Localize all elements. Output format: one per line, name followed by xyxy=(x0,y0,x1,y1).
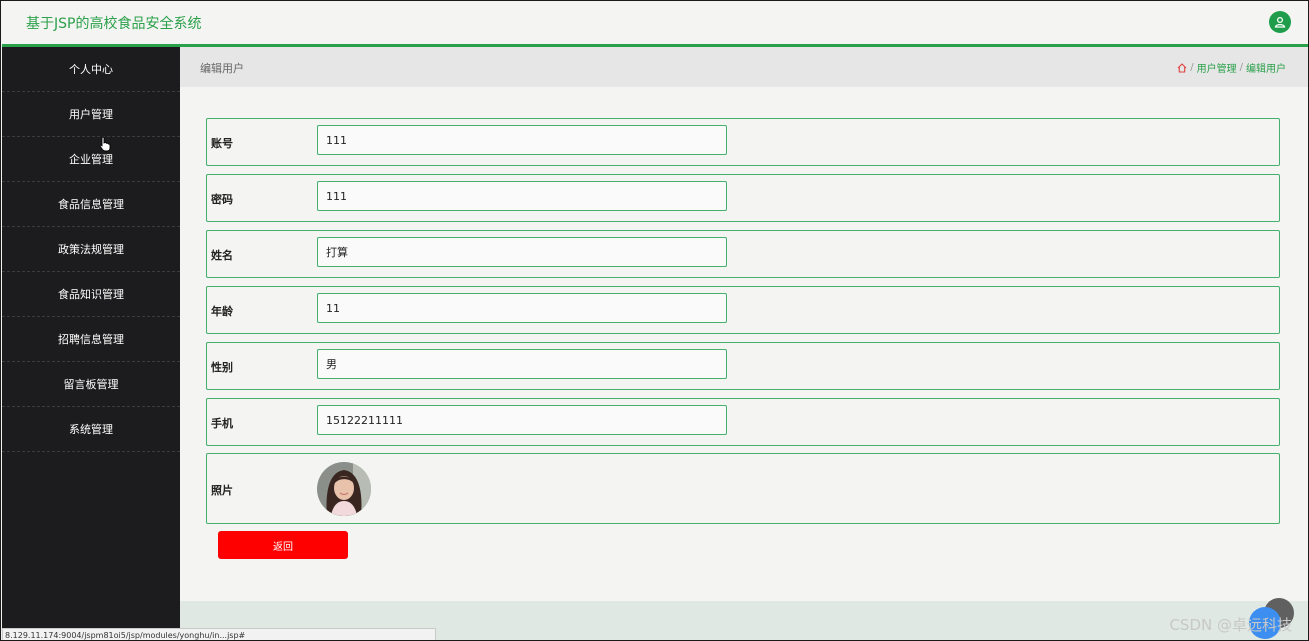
sidebar-item-label: 用户管理 xyxy=(69,108,113,121)
form-row-account: 账号 111 xyxy=(206,118,1280,166)
portrait-image xyxy=(317,462,371,516)
watermark: CSDN @卓远科技 xyxy=(1169,616,1292,634)
user-photo xyxy=(317,462,371,516)
gender-field[interactable]: 男 xyxy=(317,349,727,379)
top-header: 基于JSP的高校食品安全系统 xyxy=(2,2,1308,47)
sidebar-item-user-management[interactable]: 用户管理 xyxy=(2,92,180,137)
sidebar-item-system-management[interactable]: 系统管理 xyxy=(2,407,180,452)
breadcrumb-bar: 编辑用户 / 用户管理 / 编辑用户 xyxy=(180,47,1308,87)
home-icon[interactable] xyxy=(1177,62,1187,73)
sidebar-item-label: 招聘信息管理 xyxy=(58,333,124,346)
sidebar-item-recruitment-management[interactable]: 招聘信息管理 xyxy=(2,317,180,362)
sidebar-item-personal-center[interactable]: 个人中心 xyxy=(2,47,180,92)
sidebar-item-label: 个人中心 xyxy=(69,63,113,76)
form-row-phone: 手机 15122211111 xyxy=(206,398,1280,446)
hand-cursor-icon xyxy=(99,136,111,152)
breadcrumb: / 用户管理 / 编辑用户 xyxy=(1177,60,1286,75)
breadcrumb-edit-user: 编辑用户 xyxy=(1246,64,1286,75)
app-window: 基于JSP的高校食品安全系统 个人中心 用户管理 企业管理 食品信息管理 政策法… xyxy=(0,0,1309,641)
breadcrumb-user-management[interactable]: 用户管理 xyxy=(1197,60,1237,75)
browser-status-url: 8.129.11.174:9004/jspm81oi5/jsp/modules/… xyxy=(2,628,436,640)
password-field[interactable]: 111 xyxy=(317,181,727,211)
sidebar-item-policy-management[interactable]: 政策法规管理 xyxy=(2,227,180,272)
form-row-age: 年龄 11 xyxy=(206,286,1280,334)
account-field[interactable]: 111 xyxy=(317,125,727,155)
sidebar-item-label: 系统管理 xyxy=(69,423,113,436)
gender-label: 性别 xyxy=(211,361,233,374)
age-field[interactable]: 11 xyxy=(317,293,727,323)
app-title: 基于JSP的高校食品安全系统 xyxy=(26,16,202,32)
phone-field[interactable]: 15122211111 xyxy=(317,405,727,435)
breadcrumb-separator: / xyxy=(1190,62,1194,73)
main-content: 账号 111 密码 111 姓名 打算 年龄 11 性别 男 手机 151222… xyxy=(180,87,1308,601)
account-label: 账号 xyxy=(211,137,233,150)
sidebar-item-food-info-management[interactable]: 食品信息管理 xyxy=(2,182,180,227)
password-label: 密码 xyxy=(211,193,233,206)
photo-label: 照片 xyxy=(211,484,233,497)
sidebar-item-label: 留言板管理 xyxy=(63,378,119,391)
form-row-gender: 性别 男 xyxy=(206,342,1280,390)
sidebar-item-label: 企业管理 xyxy=(69,153,113,166)
form-row-name: 姓名 打算 xyxy=(206,230,1280,278)
sidebar-item-message-board-management[interactable]: 留言板管理 xyxy=(2,362,180,407)
form-row-password: 密码 111 xyxy=(206,174,1280,222)
age-label: 年龄 xyxy=(211,305,233,318)
form-row-photo: 照片 xyxy=(206,453,1280,524)
sidebar-item-enterprise-management[interactable]: 企业管理 xyxy=(2,137,180,182)
sidebar-item-label: 食品知识管理 xyxy=(58,288,124,301)
sidebar-item-label: 食品信息管理 xyxy=(58,198,124,211)
name-label: 姓名 xyxy=(211,249,233,262)
user-glyph xyxy=(1274,16,1286,28)
sidebar-nav: 个人中心 用户管理 企业管理 食品信息管理 政策法规管理 食品知识管理 招聘信息… xyxy=(2,47,180,640)
page-title: 编辑用户 xyxy=(200,62,244,75)
back-button[interactable]: 返回 xyxy=(218,531,348,559)
sidebar-item-food-knowledge-management[interactable]: 食品知识管理 xyxy=(2,272,180,317)
sidebar-item-label: 政策法规管理 xyxy=(58,243,124,256)
name-field[interactable]: 打算 xyxy=(317,237,727,267)
phone-label: 手机 xyxy=(211,417,233,430)
breadcrumb-separator: / xyxy=(1239,62,1243,73)
user-icon[interactable] xyxy=(1269,11,1291,33)
